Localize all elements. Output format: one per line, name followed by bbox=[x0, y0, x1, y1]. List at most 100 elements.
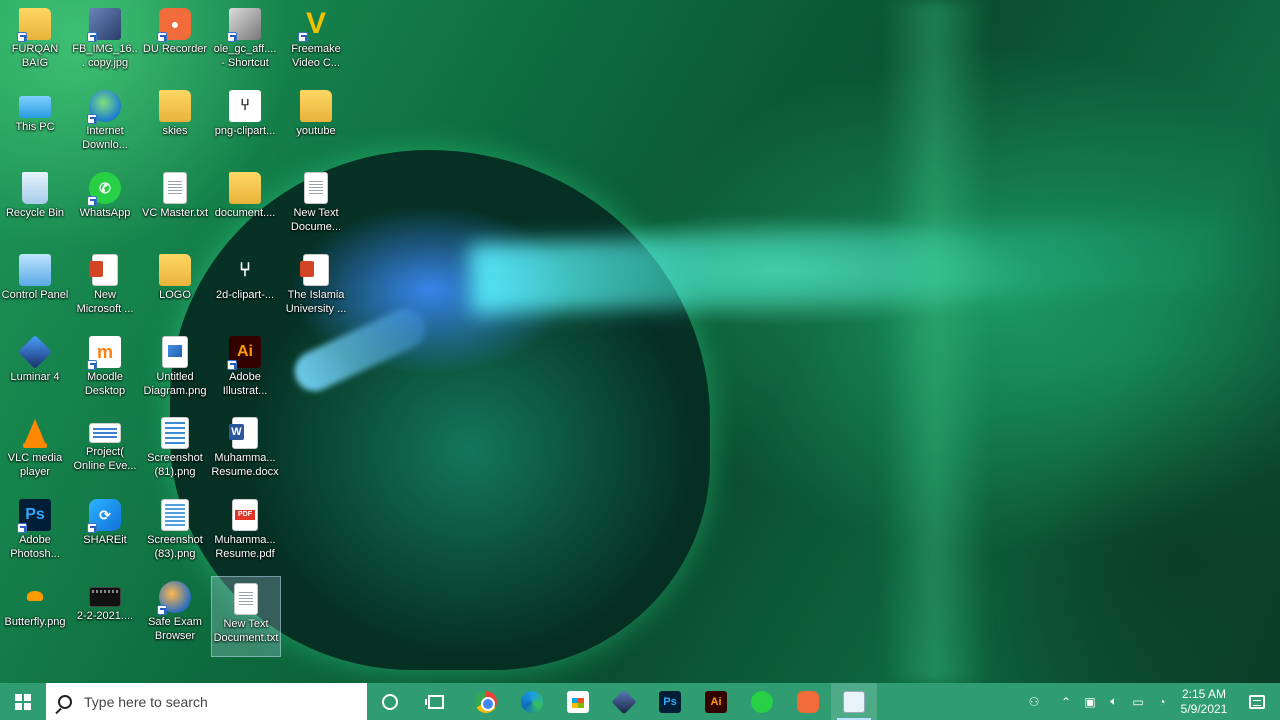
system-tray: ⚇ ⌃ ▣ 🔈︎ ▭ ◔ 2:15 AM 5/9/2021 bbox=[1022, 683, 1280, 720]
desktop-icon-this-pc[interactable]: This PC bbox=[0, 84, 70, 164]
desktop-icon-png-clipart[interactable]: ⑂ png-clipart... bbox=[210, 84, 280, 164]
image-icon: ⑂ bbox=[239, 258, 251, 281]
search-icon bbox=[58, 694, 72, 709]
clock-time: 2:15 AM bbox=[1181, 686, 1227, 701]
taskbar-app-illustrator[interactable]: Ai bbox=[693, 683, 739, 720]
desktop-icon-shareit[interactable]: ⟳ SHAREit bbox=[70, 493, 140, 573]
desktop-icon-internet-download-manager[interactable]: Internet Downlo... bbox=[70, 84, 140, 164]
taskbar-app-whatsapp[interactable] bbox=[739, 683, 785, 720]
desktop-icon-control-panel[interactable]: Control Panel bbox=[0, 248, 70, 328]
desktop-icon-screenshot-81[interactable]: Screenshot (81).png bbox=[140, 411, 210, 491]
desktop-icon-vlc[interactable]: VLC media player bbox=[0, 411, 70, 491]
this-pc-icon bbox=[19, 96, 51, 118]
desktop-icon-moodle-desktop[interactable]: m Moodle Desktop bbox=[70, 330, 140, 410]
volume-icon[interactable]: 🔈︎ bbox=[1102, 683, 1126, 720]
taskbar-app-edge[interactable] bbox=[509, 683, 555, 720]
taskbar-app-notepad[interactable] bbox=[831, 683, 877, 720]
desktop-icon-new-text-document-1[interactable]: New Text Docume... bbox=[281, 166, 351, 246]
desktop-icon-document[interactable]: document.... bbox=[210, 166, 280, 246]
task-view-icon bbox=[425, 694, 444, 709]
taskbar-clock[interactable]: 2:15 AM 5/9/2021 bbox=[1174, 687, 1234, 717]
du-recorder-icon: ● bbox=[157, 8, 191, 42]
project-icon bbox=[89, 423, 121, 443]
powerpoint-icon bbox=[89, 254, 118, 286]
cortana-button[interactable] bbox=[367, 683, 413, 720]
desktop-icon-logo[interactable]: LOGO bbox=[140, 248, 210, 328]
pdf-icon bbox=[232, 499, 258, 531]
taskbar-search-box[interactable] bbox=[46, 683, 367, 720]
text-document-icon bbox=[163, 172, 187, 204]
powerpoint-icon bbox=[300, 254, 329, 286]
desktop-icon-butterfly[interactable]: Butterfly.png bbox=[0, 575, 70, 655]
du-recorder-icon bbox=[797, 690, 819, 713]
folder-icon bbox=[17, 8, 51, 42]
people-icon[interactable]: ⚇ bbox=[1022, 683, 1046, 720]
store-icon bbox=[567, 690, 589, 713]
desktop-icon-fb-img[interactable]: FB_IMG_16... copy.jpg bbox=[70, 2, 140, 82]
chevron-up-icon[interactable]: ⌃ bbox=[1054, 683, 1078, 720]
desktop-icon-furqan-baig[interactable]: FURQAN BAIG bbox=[0, 2, 70, 82]
luminar-icon bbox=[18, 335, 52, 369]
search-input[interactable] bbox=[84, 693, 344, 710]
desktop-icon-screenshot-83[interactable]: Screenshot (83).png bbox=[140, 493, 210, 573]
desktop-icon-recycle-bin[interactable]: Recycle Bin bbox=[0, 166, 70, 246]
butterfly-icon bbox=[19, 581, 51, 613]
photo-icon bbox=[87, 8, 121, 42]
freemake-icon: V bbox=[298, 7, 332, 42]
screenshot-icon bbox=[161, 499, 189, 531]
desktop-icon-adobe-photoshop[interactable]: Ps Adobe Photosh... bbox=[0, 493, 70, 573]
shareit-icon: ⟳ bbox=[87, 499, 121, 533]
taskbar: Ps Ai ⚇ ⌃ ▣ 🔈︎ ▭ ◔ 2:15 AM 5/9/2021 bbox=[0, 683, 1280, 720]
desktop-icon-whatsapp[interactable]: ✆ WhatsApp bbox=[70, 166, 140, 246]
desktop-icon-safe-exam-browser[interactable]: Safe Exam Browser bbox=[140, 575, 210, 655]
desktop-icon-resume-pdf[interactable]: Muhamma... Resume.pdf bbox=[210, 493, 280, 573]
notepad-icon bbox=[843, 690, 865, 713]
desktop-icon-skies[interactable]: skies bbox=[140, 84, 210, 164]
taskbar-app-luminar[interactable] bbox=[601, 683, 647, 720]
chrome-icon bbox=[475, 690, 497, 713]
taskbar-app-chrome[interactable] bbox=[463, 683, 509, 720]
windows-logo-icon bbox=[15, 693, 31, 710]
folder-icon bbox=[300, 90, 332, 122]
video-icon bbox=[89, 587, 121, 607]
desktop-icon-new-text-document-selected[interactable]: New Text Document.txt bbox=[211, 576, 281, 657]
photoshop-icon: Ps bbox=[17, 499, 51, 533]
illustrator-icon: Ai bbox=[227, 336, 261, 370]
photoshop-icon: Ps bbox=[659, 690, 681, 713]
start-button[interactable] bbox=[0, 683, 46, 720]
text-document-icon bbox=[234, 583, 258, 615]
taskbar-app-du-recorder[interactable] bbox=[785, 683, 831, 720]
taskbar-app-store[interactable] bbox=[555, 683, 601, 720]
desktop-icon-islamia-university[interactable]: The Islamia University ... bbox=[281, 248, 351, 328]
wifi-icon[interactable]: ◔ bbox=[1150, 683, 1174, 720]
desktop-icon-project[interactable]: Project( Online Eve... bbox=[70, 411, 140, 491]
task-view-button[interactable] bbox=[413, 683, 459, 720]
desktop-icon-untitled-diagram[interactable]: Untitled Diagram.png bbox=[140, 330, 210, 410]
notification-icon bbox=[1249, 694, 1265, 709]
desktop-icon-ole-gc-aff[interactable]: ole_gc_aff.... - Shortcut bbox=[210, 2, 280, 82]
network-adapter-icon[interactable]: ▣ bbox=[1078, 683, 1102, 720]
taskbar-app-photoshop[interactable]: Ps bbox=[647, 683, 693, 720]
control-panel-icon bbox=[19, 254, 51, 286]
image-icon bbox=[162, 336, 188, 368]
cortana-circle-icon bbox=[382, 693, 398, 710]
desktop-icon-youtube[interactable]: youtube bbox=[281, 84, 351, 164]
desktop-icon-2d-clipart[interactable]: ⑂ 2d-clipart-... bbox=[210, 248, 280, 328]
desktop-icon-new-microsoft[interactable]: New Microsoft ... bbox=[70, 248, 140, 328]
battery-icon[interactable]: ▭ bbox=[1126, 683, 1150, 720]
recycle-bin-icon bbox=[22, 172, 48, 204]
desktop-icon-du-recorder[interactable]: ● DU Recorder bbox=[140, 2, 210, 82]
action-center-button[interactable] bbox=[1234, 683, 1280, 720]
wallpaper-light-pillar bbox=[880, 0, 990, 683]
luminar-icon bbox=[611, 689, 637, 714]
vlc-icon bbox=[19, 417, 51, 449]
edge-icon bbox=[521, 690, 543, 713]
desktop-icon-vc-master[interactable]: VC Master.txt bbox=[140, 166, 210, 246]
desktop-icon-resume-docx[interactable]: Muhamma... Resume.docx bbox=[210, 411, 280, 491]
desktop-icon-freemake[interactable]: V Freemake Video C... bbox=[281, 2, 351, 82]
desktop-icon-luminar-4[interactable]: Luminar 4 bbox=[0, 330, 70, 410]
whatsapp-icon: ✆ bbox=[87, 172, 121, 206]
folder-icon bbox=[229, 172, 261, 204]
desktop-icon-2-2-2021[interactable]: 2-2-2021.... bbox=[70, 575, 140, 655]
desktop-icon-adobe-illustrator[interactable]: Ai Adobe Illustrat... bbox=[210, 330, 280, 410]
